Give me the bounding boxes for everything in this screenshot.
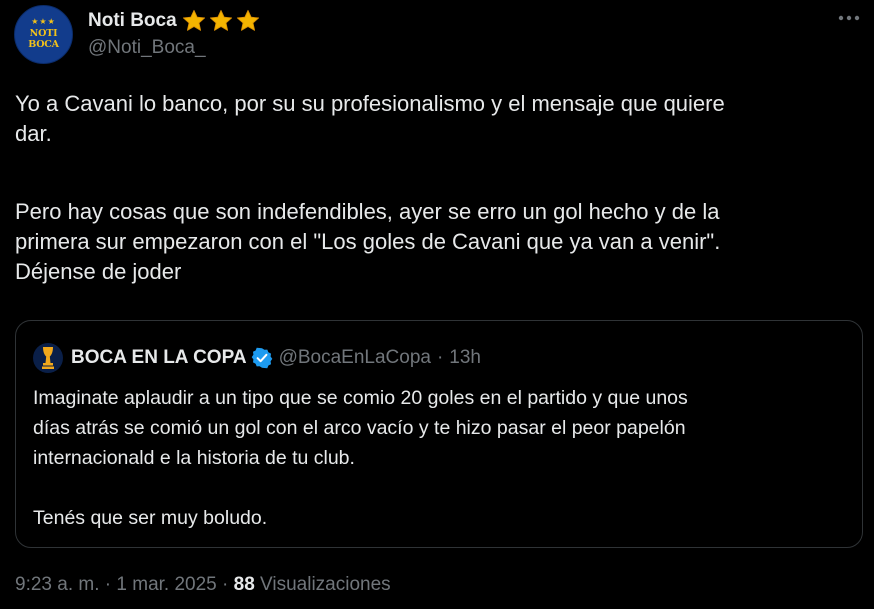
- quote-line: días atrás se comió un gol con el arco v…: [33, 417, 686, 439]
- meta-separator: ·: [222, 574, 229, 595]
- header-separator: ·: [436, 347, 444, 368]
- trophy-icon: [42, 347, 54, 369]
- quote-line: Tenés que ser muy boludo.: [33, 507, 268, 529]
- tweet-line: primera sur empezaron con el "Los goles …: [15, 229, 721, 254]
- avatar-logo-text: NOTI BOCA: [28, 28, 59, 50]
- quoted-tweet-card[interactable]: BOCA EN LA COPA @BocaEnLaCopa · 13h Imag…: [15, 320, 863, 548]
- quoted-tweet-header: BOCA EN LA COPA @BocaEnLaCopa · 13h: [33, 343, 481, 373]
- verified-badge-icon: [251, 347, 273, 369]
- quoted-author-handle[interactable]: @BocaEnLaCopa: [279, 347, 431, 369]
- tweet-date[interactable]: 1 mar. 2025: [116, 574, 216, 595]
- tweet: ★★★ NOTI BOCA Noti Boca @Noti_Boca_ Yo a…: [0, 0, 874, 609]
- quoted-author-display-name[interactable]: BOCA EN LA COPA: [71, 347, 247, 369]
- views-count: 88: [233, 574, 255, 595]
- tweet-line: Pero hay cosas que son indefendibles, ay…: [15, 199, 720, 224]
- tweet-text: Yo a Cavani lo banco, por su su profesio…: [15, 89, 860, 287]
- meta-separator: ·: [104, 574, 112, 595]
- more-horizontal-icon: [838, 15, 860, 21]
- avatar-stars-icon: ★★★: [31, 17, 56, 26]
- tweet-line: dar.: [15, 121, 52, 146]
- author-avatar[interactable]: ★★★ NOTI BOCA: [14, 5, 73, 64]
- author-handle[interactable]: @Noti_Boca_: [88, 37, 206, 59]
- tweet-time[interactable]: 9:23 a. m.: [15, 574, 100, 595]
- quote-line: internacionald e la historia de tu club.: [33, 447, 355, 469]
- tweet-meta: 9:23 a. m. · 1 mar. 2025 · 88 Visualizac…: [15, 574, 391, 596]
- author-name-row: Noti Boca: [88, 7, 261, 35]
- views-label: Visualizaciones: [260, 574, 391, 595]
- quoted-tweet-text: Imaginate aplaudir a un tipo que se comi…: [33, 383, 853, 533]
- quote-line: Imaginate aplaudir a un tipo que se comi…: [33, 387, 688, 409]
- quoted-tweet-time[interactable]: 13h: [449, 347, 481, 369]
- star-icon: [182, 9, 205, 31]
- tweet-line: Déjense de joder: [15, 259, 182, 284]
- quoted-author-avatar[interactable]: [33, 343, 63, 373]
- star-icon: [236, 9, 259, 31]
- author-display-name[interactable]: Noti Boca: [88, 10, 177, 32]
- tweet-line: Yo a Cavani lo banco, por su su profesio…: [15, 91, 725, 116]
- more-options-button[interactable]: [836, 8, 862, 28]
- star-icon: [209, 9, 232, 31]
- name-badges: [181, 8, 261, 34]
